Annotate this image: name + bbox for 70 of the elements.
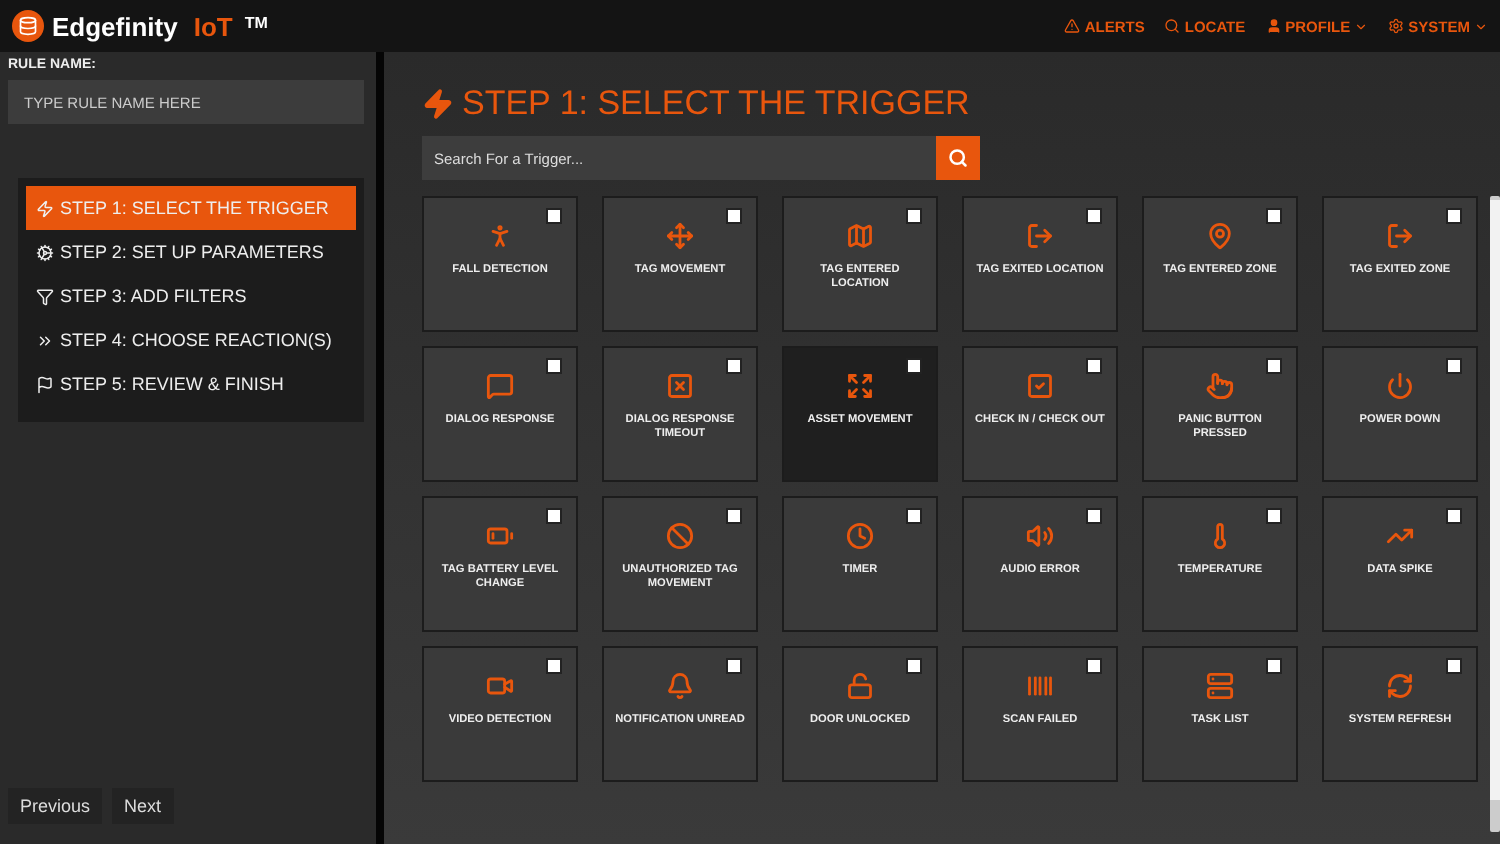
step-item[interactable]: STEP 5: REVIEW & FINISH [26,362,356,406]
checkbox[interactable] [906,208,922,224]
move-arrows-icon [666,222,694,250]
checkbox[interactable] [1086,208,1102,224]
battery-icon [486,522,514,550]
checkbox[interactable] [906,358,922,374]
checkbox[interactable] [906,658,922,674]
lightning-icon [422,88,454,120]
unlocked-padlock-icon [846,672,874,700]
checkbox-icon [1026,372,1054,400]
step-item[interactable]: STEP 2: SET UP PARAMETERS [26,230,356,274]
x-box-icon [666,372,694,400]
checkbox[interactable] [726,508,742,524]
checkbox[interactable] [726,208,742,224]
checkbox[interactable] [1086,508,1102,524]
server-icon [1206,672,1234,700]
person-icon [486,222,514,250]
speech-bubble-icon [486,372,514,400]
barcode-icon [1026,672,1054,700]
checkbox[interactable] [1266,658,1282,674]
pin-icon [1206,222,1234,250]
checkbox[interactable] [546,508,562,524]
speaker-icon [1026,522,1054,550]
filter-icon [36,287,54,305]
checkbox[interactable] [1446,508,1462,524]
video-camera-icon [486,672,514,700]
lightning-icon [36,199,54,217]
caret-icon [1474,19,1488,33]
checkbox[interactable] [1086,358,1102,374]
user-icon [1265,18,1282,34]
checkbox[interactable] [546,208,562,224]
checkbox[interactable] [1446,208,1462,224]
search-button[interactable] [936,136,980,180]
ban-icon [666,522,694,550]
checkbox[interactable] [906,508,922,524]
checkbox[interactable] [546,658,562,674]
checkbox[interactable] [1266,508,1282,524]
checkbox[interactable] [1266,358,1282,374]
settings-icon [1388,18,1405,34]
checkbox[interactable] [1266,208,1282,224]
search-icon [1164,18,1181,34]
search-icon [948,148,968,168]
flag-icon [36,375,54,393]
refresh-icon [1386,672,1414,700]
clock-icon [846,522,874,550]
bell-icon [666,672,694,700]
app-name: Edgefinity [52,11,178,41]
scrollbar[interactable] [1490,196,1500,832]
step-item[interactable]: STEP 4: CHOOSE REACTION(S) [26,318,356,362]
trademark: TM [244,14,268,32]
double-chevron-icon [36,331,54,349]
next-button[interactable]: Next [112,788,174,824]
logo-icon [12,10,44,42]
expand-arrows-icon [846,372,874,400]
checkbox[interactable] [1086,658,1102,674]
caret-icon [1354,19,1369,33]
checkbox[interactable] [726,358,742,374]
pointing-hand-icon [1206,372,1234,400]
step-title: STEP 1: SELECT THE TRIGGER [422,84,1500,124]
map-icon [846,222,874,250]
app-name-accent: IoT [193,11,233,41]
checkbox[interactable] [726,658,742,674]
checkbox[interactable] [1446,658,1462,674]
power-icon [1386,372,1414,400]
warning-icon [1064,18,1081,34]
checkbox[interactable] [546,358,562,374]
gears-icon [36,243,54,261]
checkbox[interactable] [1446,358,1462,374]
step-item[interactable]: STEP 3: ADD FILTERS [26,274,356,318]
previous-button[interactable]: Previous [8,788,103,824]
